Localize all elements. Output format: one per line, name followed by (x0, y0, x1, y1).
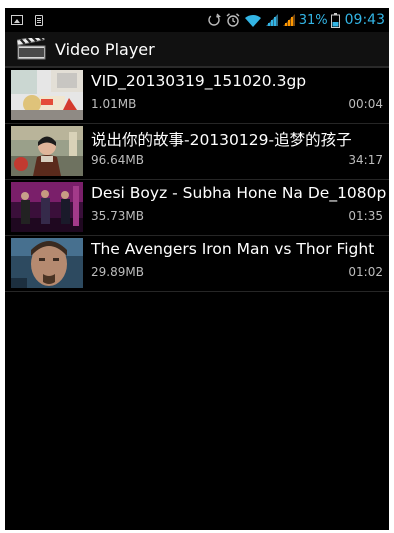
phone-screen: 31% 09:43 Video Player VID_20130319_1510… (5, 8, 389, 530)
video-thumbnail (11, 182, 83, 232)
battery-percent: 31% (298, 12, 328, 28)
signal-icon (265, 14, 278, 26)
video-duration: 01:02 (348, 265, 383, 279)
video-size: 1.01MB (91, 97, 137, 111)
clock: 09:43 (344, 12, 385, 28)
video-duration: 00:04 (348, 97, 383, 111)
video-item[interactable]: 说出你的故事-20130129-追梦的孩子 96.64MB 34:17 (5, 124, 389, 180)
video-thumbnail (11, 238, 83, 288)
video-title: VID_20130319_151020.3gp (91, 72, 307, 90)
video-title: The Avengers Iron Man vs Thor Fight (91, 240, 375, 258)
video-thumbnail (11, 126, 83, 176)
video-duration: 34:17 (348, 153, 383, 167)
action-bar: Video Player (5, 32, 389, 68)
video-size: 29.89MB (91, 265, 144, 279)
battery-icon (330, 12, 340, 28)
video-item[interactable]: Desi Boyz - Subha Hone Na De_1080p 35.73… (5, 180, 389, 236)
clapperboard-icon[interactable] (17, 38, 47, 60)
signal-icon (282, 14, 295, 26)
video-list: VID_20130319_151020.3gp 1.01MB 00:04 说出你 (5, 68, 389, 292)
video-thumbnail (11, 70, 83, 120)
wifi-icon (244, 14, 261, 27)
video-item[interactable]: The Avengers Iron Man vs Thor Fight 29.8… (5, 236, 389, 292)
status-bar: 31% 09:43 (5, 8, 389, 32)
video-size: 35.73MB (91, 209, 144, 223)
video-duration: 01:35 (348, 209, 383, 223)
alarm-icon (226, 13, 240, 27)
video-size: 96.64MB (91, 153, 144, 167)
video-title: Desi Boyz - Subha Hone Na De_1080p (91, 184, 387, 202)
picture-icon (11, 15, 23, 25)
video-item[interactable]: VID_20130319_151020.3gp 1.01MB 00:04 (5, 68, 389, 124)
app-title: Video Player (55, 39, 155, 59)
video-title: 说出你的故事-20130129-追梦的孩子 (91, 131, 352, 149)
sync-icon (208, 13, 221, 26)
sd-card-icon (35, 14, 43, 26)
